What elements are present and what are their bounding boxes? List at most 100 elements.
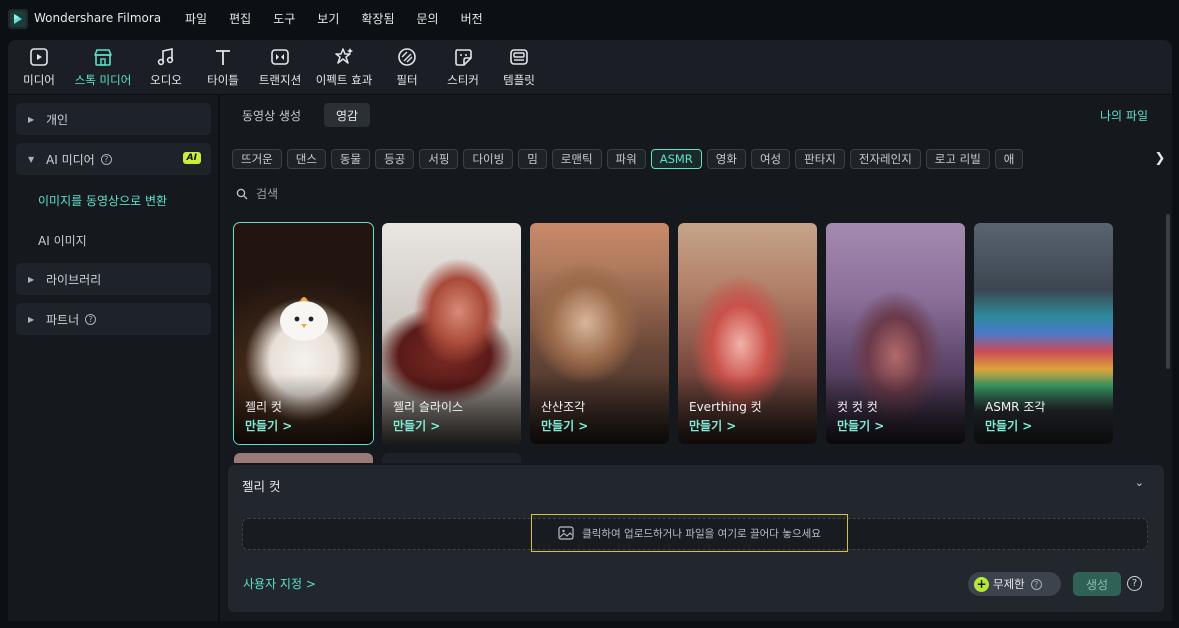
sidebar-item-library[interactable]: ▶ 라이브러리 (16, 263, 211, 295)
tool-stock-media-label: 스톡 미디어 (74, 73, 132, 87)
tag-microwave[interactable]: 전자레인지 (849, 149, 921, 169)
help-icon[interactable]: ? (1127, 576, 1142, 591)
tool-audio-label: 오디오 (150, 73, 182, 87)
chevron-down-icon[interactable]: ⌄ (1135, 476, 1144, 489)
tab-inspiration[interactable]: 영감 (324, 103, 371, 127)
template-card[interactable]: 젤리 슬라이스 만들기 > (382, 223, 521, 444)
tab-generate-video[interactable]: 동영상 생성 (230, 103, 313, 127)
card-make-link[interactable]: 만들기 > (985, 417, 1032, 434)
unlimited-credits-button[interactable]: + 무제한 ? (968, 572, 1061, 596)
stock-media-icon (94, 49, 112, 66)
tool-filter[interactable]: 필터 (376, 46, 438, 88)
menu-tools[interactable]: 도구 (262, 10, 306, 27)
filmora-logo-icon (8, 9, 28, 29)
template-card[interactable]: Everthing 컷 만들기 > (678, 223, 817, 444)
sidebar-item-ai-image[interactable]: AI 이미지 (38, 232, 87, 249)
tool-template[interactable]: 템플릿 (488, 46, 550, 88)
help-icon[interactable]: ? (1030, 578, 1042, 590)
tool-effects-label: 이펙트 효과 (315, 73, 373, 87)
sidebar-item-personal-label: 개인 (46, 112, 69, 127)
card-make-link[interactable]: 만들기 > (393, 417, 440, 434)
tag-romantic[interactable]: 로맨틱 (551, 149, 602, 169)
card-title: 컷 컷 컷 (837, 400, 878, 414)
caret-right-icon: ▶ (28, 314, 35, 324)
tool-sticker-label: 스티커 (447, 73, 479, 87)
tag-diving[interactable]: 다이빙 (463, 149, 514, 169)
tag-fantasy[interactable]: 판타지 (795, 149, 845, 169)
search-icon (236, 188, 248, 199)
card-title: 젤리 컷 (245, 400, 282, 414)
effects-icon (335, 48, 353, 64)
caret-right-icon: ▶ (28, 274, 35, 284)
card-title: Everthing 컷 (689, 400, 762, 414)
card-make-link[interactable]: 만들기 > (837, 417, 884, 434)
upload-dropzone[interactable]: 클릭하여 업로드하거나 파일을 여기로 끌어다 놓으세요 (242, 514, 1148, 552)
sidebar-item-personal[interactable]: ▶ 개인 (16, 103, 211, 135)
generate-button[interactable]: 생성 (1073, 572, 1121, 596)
template-icon (510, 49, 528, 65)
sidebar-item-partner-label: 파트너 (46, 312, 80, 327)
template-card-partial[interactable] (234, 453, 373, 463)
custom-settings-link[interactable]: 사용자 지정 > (243, 575, 316, 592)
upload-target[interactable]: 클릭하여 업로드하거나 파일을 여기로 끌어다 놓으세요 (531, 514, 848, 552)
tool-template-label: 템플릿 (503, 73, 535, 87)
tool-filter-label: 필터 (396, 73, 418, 87)
tool-sticker[interactable]: 스티커 (432, 46, 494, 88)
tool-titles[interactable]: 타이틀 (192, 46, 254, 88)
tag-hot[interactable]: 뜨거운 (232, 149, 282, 169)
menu-help[interactable]: 문의 (406, 10, 450, 27)
tool-media-label: 미디어 (23, 73, 55, 87)
menu-bar: 파일 편집 도구 보기 확장됨 문의 버전 (174, 10, 494, 27)
main-toolbar: 미디어 스톡 미디어 오디오 타이틀 트랜지션 이펙트 효과 필터 스티커 템플… (8, 40, 1172, 94)
tag-movie[interactable]: 영화 (706, 149, 746, 169)
tag-more[interactable]: 애 (994, 149, 1024, 169)
media-icon (30, 48, 48, 66)
template-card[interactable]: 컷 컷 컷 만들기 > (826, 223, 965, 444)
help-icon[interactable]: ? (85, 313, 97, 325)
card-title: ASMR 조각 (985, 400, 1046, 414)
sidebar-item-image-to-video[interactable]: 이미지를 동영상으로 변환 (38, 192, 167, 209)
tool-audio[interactable]: 오디오 (135, 46, 197, 88)
tag-women[interactable]: 여성 (750, 149, 791, 169)
menu-version[interactable]: 버전 (450, 10, 494, 27)
tool-transition[interactable]: 트랜지션 (249, 46, 311, 88)
menu-extensions[interactable]: 확장됨 (350, 10, 405, 27)
caret-down-icon: ▼ (28, 154, 35, 164)
card-make-link[interactable]: 만들기 > (689, 417, 736, 434)
card-title: 젤리 슬라이스 (393, 400, 464, 414)
tag-dance[interactable]: 댄스 (286, 149, 326, 169)
tag-asmr[interactable]: ASMR (650, 149, 702, 169)
menu-file[interactable]: 파일 (174, 10, 218, 27)
sticker-icon (455, 49, 472, 66)
app-title: Wondershare Filmora (34, 11, 162, 25)
tool-effects[interactable]: 이펙트 효과 (310, 46, 378, 88)
sidebar-item-ai-media[interactable]: ▼ AI 미디어 ? AI (16, 143, 211, 175)
menu-view[interactable]: 보기 (306, 10, 350, 27)
template-card-partial[interactable] (382, 453, 521, 463)
template-card[interactable]: 산산조각 만들기 > (530, 223, 669, 444)
menu-edit[interactable]: 편집 (218, 10, 262, 27)
transition-icon (271, 49, 289, 65)
template-card[interactable]: ASMR 조각 만들기 > (974, 223, 1113, 444)
template-card[interactable]: 젤리 컷 만들기 > (233, 222, 374, 445)
tag-surfing[interactable]: 서핑 (419, 149, 459, 169)
chevron-right-icon[interactable]: ❯ (1150, 148, 1170, 170)
card-title: 산산조각 (541, 400, 586, 414)
tag-meme[interactable]: 밈 (518, 149, 547, 169)
sidebar-item-partner[interactable]: ▶ 파트너 ? (16, 303, 211, 335)
generate-panel: 젤리 컷 ⌄ 클릭하여 업로드하거나 파일을 여기로 끌어다 놓으세요 사용자 … (228, 465, 1164, 612)
plus-icon: + (974, 576, 989, 592)
tag-logo-reveal[interactable]: 로고 리빌 (925, 149, 990, 169)
card-make-link[interactable]: 만들기 > (541, 417, 588, 434)
search-input[interactable]: 검색 (236, 185, 278, 202)
card-make-link[interactable]: 만들기 > (245, 417, 292, 434)
help-icon[interactable]: ? (100, 153, 112, 165)
filter-icon (398, 48, 416, 66)
tool-media[interactable]: 미디어 (8, 46, 70, 88)
tag-power[interactable]: 파워 (606, 149, 646, 169)
my-files-link[interactable]: 나의 파일 (1100, 107, 1148, 124)
scrollbar[interactable] (1166, 214, 1170, 369)
tag-dunggong[interactable]: 등공 (375, 149, 415, 169)
tool-stock-media[interactable]: 스톡 미디어 (72, 46, 134, 88)
tag-animal[interactable]: 동물 (330, 149, 371, 169)
